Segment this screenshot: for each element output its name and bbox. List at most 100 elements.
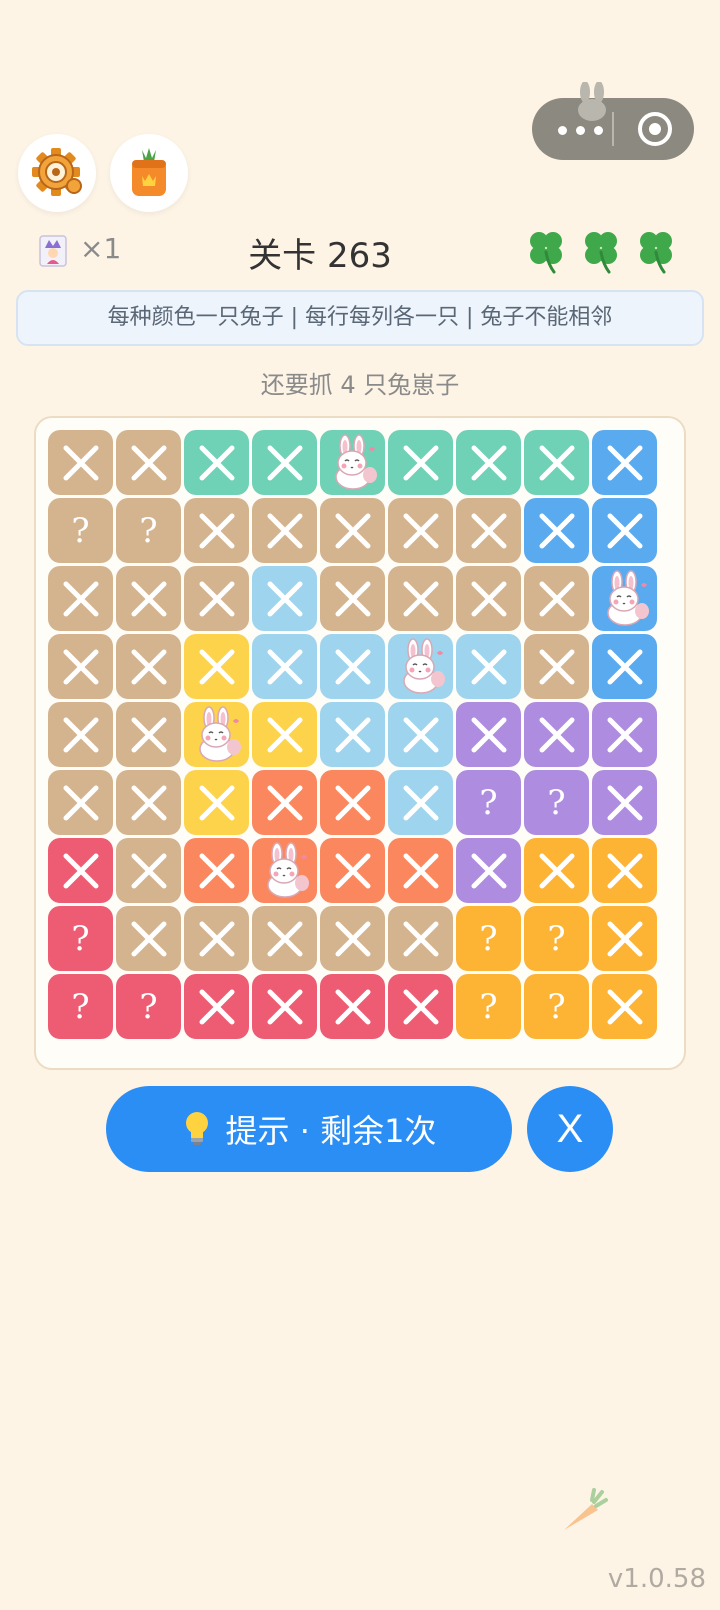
board-cell-crossed[interactable] [184, 770, 249, 835]
board-cell-bunny[interactable] [184, 702, 249, 767]
settings-button[interactable] [18, 134, 96, 212]
board-cell-crossed[interactable] [456, 634, 521, 699]
board-cell-crossed[interactable] [592, 634, 657, 699]
question-mark-icon: ? [547, 986, 566, 1027]
close-miniprogram-icon[interactable] [636, 110, 674, 148]
board-cell-crossed[interactable] [524, 702, 589, 767]
board-cell-crossed[interactable] [116, 770, 181, 835]
board-cell-crossed[interactable] [388, 566, 453, 631]
cross-icon [471, 717, 506, 752]
board-cell-unknown[interactable]: ? [48, 498, 113, 563]
board-cell-crossed[interactable] [456, 498, 521, 563]
board-cell-crossed[interactable] [116, 702, 181, 767]
board-cell-crossed[interactable] [388, 838, 453, 903]
board-cell-crossed[interactable] [252, 770, 317, 835]
board-cell-unknown[interactable]: ? [524, 770, 589, 835]
board-cell-unknown[interactable]: ? [116, 498, 181, 563]
board-cell-crossed[interactable] [116, 838, 181, 903]
board-cell-crossed[interactable] [592, 770, 657, 835]
board-cell-crossed[interactable] [184, 634, 249, 699]
board-cell-crossed[interactable] [116, 566, 181, 631]
board-cell-crossed[interactable] [184, 430, 249, 495]
board-cell-unknown[interactable]: ? [456, 906, 521, 971]
close-button[interactable]: X [527, 1086, 613, 1172]
board-cell-crossed[interactable] [320, 838, 385, 903]
board-cell-crossed[interactable] [388, 906, 453, 971]
board-cell-crossed[interactable] [184, 498, 249, 563]
board-cell-crossed[interactable] [592, 974, 657, 1039]
board-cell-crossed[interactable] [48, 838, 113, 903]
board-cell-crossed[interactable] [320, 906, 385, 971]
board-cell-crossed[interactable] [524, 498, 589, 563]
item-bag-button[interactable] [110, 134, 188, 212]
board-cell-crossed[interactable] [48, 566, 113, 631]
board-cell-crossed[interactable] [592, 702, 657, 767]
board-cell-crossed[interactable] [116, 634, 181, 699]
board-cell-unknown[interactable]: ? [48, 906, 113, 971]
board-cell-crossed[interactable] [388, 430, 453, 495]
board-cell-unknown[interactable]: ? [524, 906, 589, 971]
board-cell-unknown[interactable]: ? [524, 974, 589, 1039]
board-cell-crossed[interactable] [48, 702, 113, 767]
board-cell-crossed[interactable] [524, 838, 589, 903]
board-cell-crossed[interactable] [592, 498, 657, 563]
board-cell-crossed[interactable] [388, 498, 453, 563]
cross-icon [199, 785, 234, 820]
board-cell-unknown[interactable]: ? [116, 974, 181, 1039]
board-cell-crossed[interactable] [320, 770, 385, 835]
cross-icon [607, 921, 642, 956]
board-cell-crossed[interactable] [456, 430, 521, 495]
board-cell-crossed[interactable] [592, 906, 657, 971]
board-cell-crossed[interactable] [48, 430, 113, 495]
board-cell-crossed[interactable] [184, 838, 249, 903]
board-cell-unknown[interactable]: ? [456, 974, 521, 1039]
board-cell-crossed[interactable] [252, 430, 317, 495]
lightbulb-icon [185, 1112, 208, 1145]
cross-icon [199, 989, 234, 1024]
board-cell-crossed[interactable] [388, 702, 453, 767]
board-cell-crossed[interactable] [592, 430, 657, 495]
board-cell-crossed[interactable] [592, 838, 657, 903]
board-cell-crossed[interactable] [320, 634, 385, 699]
board-cell-bunny[interactable] [320, 430, 385, 495]
board-cell-crossed[interactable] [456, 702, 521, 767]
board-cell-crossed[interactable] [524, 566, 589, 631]
board-cell-unknown[interactable]: ? [456, 770, 521, 835]
board-cell-crossed[interactable] [252, 906, 317, 971]
board-cell-crossed[interactable] [524, 430, 589, 495]
board-cell-crossed[interactable] [320, 566, 385, 631]
cross-icon [403, 513, 438, 548]
board-cell-crossed[interactable] [524, 634, 589, 699]
cross-icon [63, 649, 98, 684]
board-cell-crossed[interactable] [388, 770, 453, 835]
cross-icon [335, 853, 370, 888]
board-cell-crossed[interactable] [252, 974, 317, 1039]
cross-icon [131, 921, 166, 956]
board-cell-crossed[interactable] [252, 566, 317, 631]
board-cell-bunny[interactable] [388, 634, 453, 699]
board-cell-crossed[interactable] [184, 974, 249, 1039]
board-cell-crossed[interactable] [48, 770, 113, 835]
board-cell-crossed[interactable] [184, 566, 249, 631]
board-cell-crossed[interactable] [48, 634, 113, 699]
hint-button[interactable]: 提示 · 剩余1次 [106, 1086, 512, 1172]
cross-icon [267, 989, 302, 1024]
board-cell-crossed[interactable] [456, 838, 521, 903]
board-cell-bunny[interactable] [592, 566, 657, 631]
board-cell-crossed[interactable] [320, 974, 385, 1039]
board-cell-crossed[interactable] [252, 634, 317, 699]
cross-icon [539, 581, 574, 616]
board-cell-crossed[interactable] [456, 566, 521, 631]
board-cell-crossed[interactable] [388, 974, 453, 1039]
board-cell-crossed[interactable] [184, 906, 249, 971]
bunny-icon [266, 841, 309, 898]
cross-icon [131, 445, 166, 480]
board-cell-crossed[interactable] [116, 430, 181, 495]
board-cell-crossed[interactable] [252, 498, 317, 563]
board-cell-crossed[interactable] [320, 702, 385, 767]
board-cell-crossed[interactable] [252, 702, 317, 767]
board-cell-crossed[interactable] [116, 906, 181, 971]
board-cell-bunny[interactable] [252, 838, 317, 903]
board-cell-unknown[interactable]: ? [48, 974, 113, 1039]
board-cell-crossed[interactable] [320, 498, 385, 563]
